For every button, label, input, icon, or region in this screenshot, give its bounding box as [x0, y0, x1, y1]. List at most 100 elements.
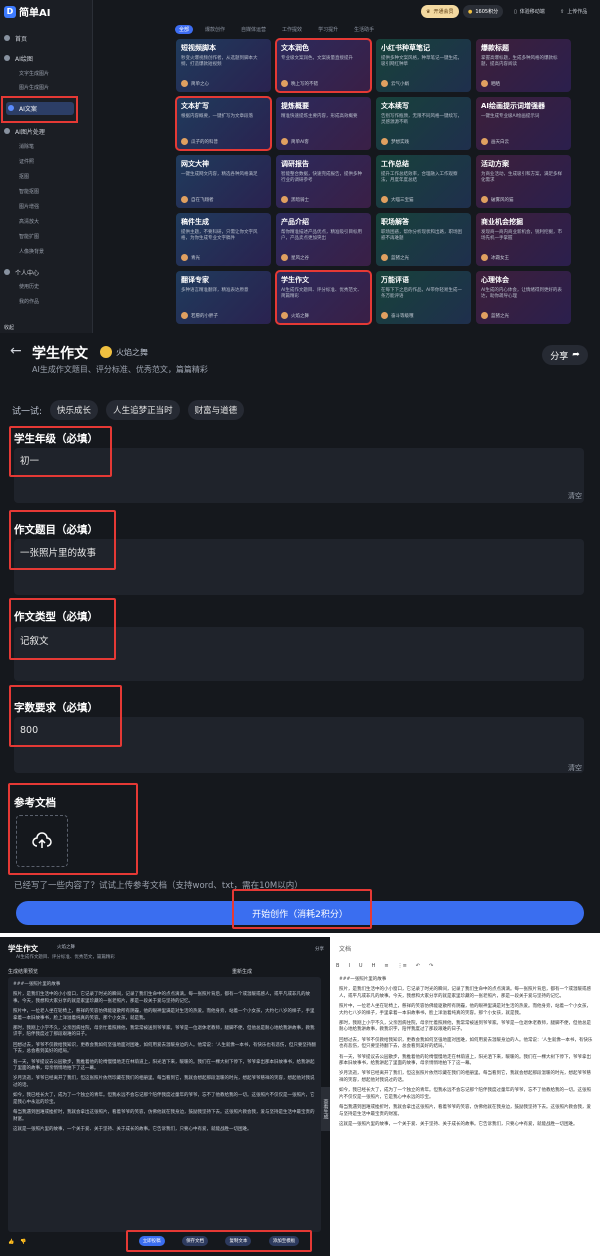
submit-button[interactable]: 立即投稿 [138, 1236, 165, 1246]
document-editor: 文档 B I U H ≡ ⋮≡ ↶ ↷ ###一张照片里的故事 照片，是我们生活中的小小窗口，… [331, 937, 600, 1256]
tool-card[interactable]: 工作总结 提升工作总结效率，合理融入工作观察法，月度年度总结 大喵三宝猫 [376, 155, 471, 208]
avatar [381, 312, 388, 319]
editor-tool-button[interactable]: B [336, 963, 339, 969]
tab-all[interactable]: 全部 [175, 25, 194, 34]
add-template-button[interactable]: 添加至模板 [268, 1236, 300, 1246]
doc-body[interactable]: ###一张照片里的故事 照片，是我们生活中的小小窗口，它记录了时光的瞬间，记录了… [339, 977, 594, 1132]
nav-expand[interactable]: 智能扩图 [19, 233, 39, 240]
result-author: 火焰之舞 [57, 945, 75, 950]
tool-card[interactable]: 稿件生成 提供主题，不要科研，只需让你文字风格，为你生成专业文字稿件 青光 [176, 213, 271, 266]
doc-title-line: ###一张照片里的故事 [339, 977, 387, 982]
upload-button[interactable]: ⇪ 上传作品 [555, 5, 592, 18]
editor-tool-button[interactable]: ↷ [429, 963, 433, 969]
tool-card[interactable]: 短视频脚本 秒变火爆视频创作者，从选题到脚本大纲，打造爆款短视频 简单之心 [176, 39, 271, 92]
nav-personal[interactable]: 个人中心 [4, 265, 39, 279]
card-author: 简单AI客 [281, 138, 309, 145]
tool-card[interactable]: 调研报告 智能整合数据，快速完成报告，提供多种行业的调研参考 黑暗骑士 [276, 155, 371, 208]
editor-tool-button[interactable]: H [372, 963, 376, 969]
copy-text-button[interactable]: 复制文本 [225, 1236, 252, 1246]
nav-id-photo[interactable]: 证件照 [19, 158, 34, 165]
card-title: 商业机会挖掘 [481, 218, 523, 226]
avatar [481, 196, 488, 203]
regenerate-button[interactable]: 重新生成 [232, 968, 252, 975]
essay-paragraph: 照片，是我们生活中的小小窗口，它记录了时光的瞬间，记录了我们生命中的点点滴滴。每… [13, 992, 310, 1004]
tool-card[interactable]: 文本续写 告别写作瓶颈，无限不同风格一键续写，灵感源源不断 梦想实践 [376, 97, 471, 150]
editor-tool-button[interactable]: ↶ [416, 963, 420, 969]
nav-ai-image-process[interactable]: AI图片处理 [4, 124, 45, 138]
tool-card[interactable]: 职场解答 职场困惑，帮你分析现状和出路，职场困惑不再难题 蓝猪之光 [376, 213, 471, 266]
points-badge[interactable]: ● 1605积分 [463, 5, 504, 18]
card-author: 画天白云 [481, 138, 509, 145]
editor-toolbar: B I U H ≡ ⋮≡ ↶ ↷ [336, 963, 433, 969]
tab-work[interactable]: 工作提效 [278, 25, 306, 34]
panel-writing-dashboard: D 简单AI 首页 AI绘图 文字生成图片 图片生成图片 AI文案 AI图片处理… [0, 0, 600, 333]
tool-card[interactable]: 学生作文 AI生成作文题目、评分标准、优秀范文、简篇精彩 火焰之舞 [275, 270, 372, 325]
card-author: 云气小娟 [381, 80, 409, 87]
tool-card[interactable]: 商业机会挖掘 发现商一商内商业新机会，锐利挖掘，市场先机一手掌握 冰霜女王 [476, 213, 571, 266]
app-logo[interactable]: D 简单AI [4, 4, 50, 19]
tool-card[interactable]: 文本润色 专业级文案润色，文案质量直接提升 晚上写的不错 [275, 38, 372, 93]
tool-card[interactable]: 提炼概要 精准快速提炼主要内容，形成高效概要 简单AI客 [276, 97, 371, 150]
tool-card[interactable]: 活动方案 为商业活动，生成吸引和方案，满足多样化需求 破雾风的猫 [476, 155, 571, 208]
grade-clear-button[interactable]: 清空 [568, 491, 582, 501]
tool-card[interactable]: 万能评语 在每下下之后的作品，AI带你轻易生成一条万能评语 奋斗等级哦 [376, 271, 471, 324]
thumb-up-icon[interactable]: 👍 [8, 1239, 14, 1245]
nav-eraser[interactable]: 消除笔 [19, 143, 34, 150]
back-arrow-icon[interactable]: ← [10, 343, 22, 359]
tool-card[interactable]: 小红书种草笔记 提供多种文案风格，种草笔记一键生成，吸引网红种草 云气小娟 [376, 39, 471, 92]
nav-collapse[interactable]: 收起 [4, 320, 14, 333]
avatar [481, 138, 488, 145]
nav-image-to-image[interactable]: 图片生成图片 [19, 84, 49, 91]
mobile-button[interactable]: ▯ 体验移动端 [509, 5, 550, 18]
nav-history[interactable]: 使用历史 [19, 283, 39, 290]
try-chip[interactable]: 快乐成长 [50, 400, 99, 420]
nav-smart-cutout[interactable]: 智能抠图 [19, 188, 39, 195]
essay-paragraph: 照片中，一位老人坐在轮椅上，慈祥的笑容仿佛能驱散所有阴霾，他的眼神里满是对生活的… [13, 1009, 315, 1021]
tool-card[interactable]: 心理体会 AI生成的内心体会，让情绪得到更好的表达，助你疏导心理 蓝猪之光 [476, 271, 571, 324]
view-result-tab[interactable]: 查看生成 [321, 1087, 330, 1131]
tool-card[interactable]: 网文大神 一键生成网文内容，精选各种风格满足 自在飞翔者 [176, 155, 271, 208]
user-icon [4, 269, 10, 275]
save-doc-button[interactable]: 保存文档 [182, 1236, 209, 1246]
editor-tool-button[interactable]: U [359, 963, 363, 969]
tool-card[interactable]: 产品介绍 帮你精准描述产品优点，精准吸引目标用户，产品卖点更加突出 星风之谷 [276, 213, 371, 266]
nav-upscale[interactable]: 高清放大 [19, 218, 39, 225]
tool-card[interactable]: 文本扩写 根据内容概要，一键扩写为文章段落 瓜子的的科普 [175, 96, 272, 151]
try-chip[interactable]: 财富与道德 [187, 400, 245, 420]
avatar [481, 312, 488, 319]
thumb-down-icon[interactable]: 👎 [20, 1239, 26, 1245]
result-header: 生成结果预览 [8, 969, 39, 975]
nav-home[interactable]: 首页 [4, 31, 27, 45]
tab-study[interactable]: 学习提升 [314, 25, 342, 34]
doc-paragraph: 那时，我刚上小学不久，父亲因病住院，母亲忙着照顾他，我常常被送到爷爷家。爷爷是一… [339, 1021, 591, 1033]
tab-hot[interactable]: 爆款创作 [201, 25, 229, 34]
essay-paragraph: 每当我遇到困难或挫折时，我就会拿出这张照片，看着爷爷的笑容，仿佛他就在我身边，鼓… [13, 1110, 315, 1122]
nav-ai-image[interactable]: AI绘图 [4, 51, 33, 65]
card-desc: AI生成作文题目、评分标准、优秀范文、简篇精彩 [281, 288, 362, 299]
share-icon: ➦ [572, 350, 580, 360]
nav-works[interactable]: 我的作品 [19, 298, 39, 305]
nav-enhance[interactable]: 图片增强 [19, 203, 39, 210]
nav-bg-swap[interactable]: 人像换背景 [19, 248, 44, 255]
share-button[interactable]: 分享 ➦ [542, 345, 588, 365]
editor-tool-button[interactable]: ≡ [384, 963, 388, 969]
words-clear-button[interactable]: 清空 [568, 763, 582, 773]
tool-card[interactable]: AI绘画提示词增强器 一键生成专业级AI绘画提示词 画天白云 [476, 97, 571, 150]
card-desc: 提供主题，不要科研，只需让你文字风格，为你生成专业文字稿件 [181, 230, 258, 241]
try-chip[interactable]: 人生追梦正当时 [106, 400, 180, 420]
start-highlight [232, 889, 372, 929]
card-desc: 智能整合数据，快速完成报告，提供多种行业的调研参考 [281, 172, 362, 183]
member-button[interactable]: ♛ 开通会员 [421, 5, 459, 18]
tool-card[interactable]: 翻译专家 多种语言精准翻译，精准表达原意 若愿的小胖子 [176, 271, 271, 324]
tab-life[interactable]: 生活助手 [350, 25, 378, 34]
tab-media[interactable]: 自媒体运营 [237, 25, 270, 34]
nav-cutout[interactable]: 抠图 [19, 173, 29, 180]
nav-text-to-image[interactable]: 文字生成图片 [19, 70, 49, 77]
card-desc: 提升工作总结效率，合理融入工作观察法，月度年度总结 [381, 172, 458, 183]
card-title: 产品介绍 [281, 218, 309, 226]
tool-card[interactable]: 爆款标题 掌握高爆标题，生成多种风格的爆款标题，提高内容阅读 晒晒 [476, 39, 571, 92]
editor-tool-button[interactable]: ⋮≡ [398, 963, 407, 969]
result-page-title: 学生作文 [8, 944, 38, 953]
editor-tool-button[interactable]: I [348, 963, 349, 969]
result-share-button[interactable]: 分享 [315, 946, 324, 952]
